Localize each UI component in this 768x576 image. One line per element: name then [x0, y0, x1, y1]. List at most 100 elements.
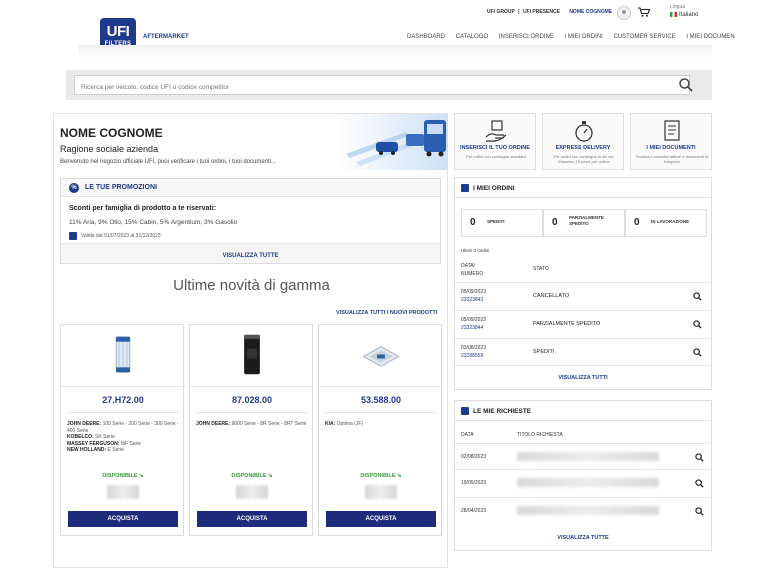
language-selector[interactable]: Italiano	[670, 12, 698, 18]
user-name: NOME COGNOME	[60, 126, 163, 140]
request-title-blurred	[517, 478, 659, 487]
buy-button[interactable]: ACQUISTA	[326, 511, 436, 527]
order-status: CANCELLATO	[533, 293, 570, 299]
card-divider	[196, 412, 308, 413]
stat-shipped[interactable]: 0 SPEDITI	[461, 209, 543, 237]
quick-action-subtitle: Scarica o consulta fatture e documenti d…	[635, 154, 709, 164]
magnifier-icon[interactable]	[693, 320, 702, 329]
requests-footer: VISUALIZZA TUTTE	[455, 526, 711, 550]
product-code[interactable]: 53.588.00	[319, 395, 443, 405]
magnifier-icon[interactable]	[695, 479, 704, 488]
top-links: UFI GROUP | UFI PRESENCE NOME COGNOME	[487, 9, 614, 15]
stat-partially-shipped[interactable]: 0 PARZIALMENTE SPEDITO	[543, 209, 625, 237]
cabin-filter-image[interactable]	[319, 325, 443, 387]
top-link-ufi-presence[interactable]: UFI PRESENCE	[523, 9, 560, 15]
request-title-blurred	[517, 506, 659, 515]
oil-filter-image[interactable]	[190, 325, 314, 387]
quick-action-title: INSERISCI IL TUO ORDINE	[460, 145, 530, 151]
stat-label: PARZIALMENTE SPEDITO	[569, 215, 604, 226]
stat-count: 0	[634, 217, 640, 228]
magnifier-icon[interactable]	[695, 453, 704, 462]
search-icon[interactable]	[678, 77, 694, 93]
product-code[interactable]: 87.028.00	[190, 395, 314, 405]
stopwatch-icon	[575, 121, 593, 142]
user-menu-name[interactable]: NOME COGNOME	[569, 9, 612, 15]
nav-i-miei-ordini[interactable]: I MIEI ORDINI	[565, 34, 603, 40]
welcome-text: Benvenuto nel negozio ufficiale UFI, puo…	[60, 159, 277, 165]
product-code[interactable]: 27.H72.00	[61, 395, 185, 405]
orders-subtitle: Ultimi 3 Ordini	[461, 248, 490, 253]
stat-in-progress[interactable]: 0 IN LAVORAZIONE	[625, 209, 707, 237]
stat-label: IN LAVORAZIONE	[651, 219, 690, 224]
order-date-number: 05/09/2023 23323843	[461, 289, 487, 303]
price-blurred	[107, 485, 139, 499]
card-divider	[67, 412, 179, 413]
product-applications: JOHN DEERE: 100 Serie - 200 Serie - 300 …	[67, 421, 179, 454]
table-row[interactable]: 02/08/2023	[455, 443, 711, 469]
view-all-requests-link[interactable]: VISUALIZZA TUTTE	[557, 535, 608, 541]
table-row[interactable]: 28/04/2023	[455, 497, 711, 523]
nav-inserisci-ordine[interactable]: INSERISCI ORDINE	[499, 34, 554, 40]
stat-count: 0	[470, 217, 476, 228]
nav-customer-service[interactable]: CUSTOMER SERVICE	[614, 34, 676, 40]
nav-dashboard[interactable]: DASHBOARD	[407, 34, 445, 40]
promotions-subtitle: Sconti per famiglia di prodotto a te ris…	[69, 205, 217, 212]
cart-icon[interactable]	[638, 7, 650, 17]
top-link-separator: |	[518, 9, 520, 15]
main-nav: DASHBOARD CATALOGO INSERISCI ORDINE I MI…	[407, 34, 744, 40]
search-input[interactable]	[75, 78, 655, 97]
promotions-validity: Valida dal 01/07/2023 al 31/12/2023	[81, 233, 161, 239]
promotions-footer: VISUALIZZA TUTTE	[61, 243, 440, 263]
nav-i-miei-documenti[interactable]: I MIEI DOCUMEN	[686, 34, 734, 40]
promotions-discounts: 11% Aria, 9% Olio, 15% Cabin, 5% Argenti…	[69, 219, 238, 226]
air-filter-image[interactable]	[61, 325, 185, 387]
language-value: Italiano	[679, 12, 699, 19]
quick-action-subtitle: Per ordini con consegna in 48 ore, Massi…	[553, 154, 615, 164]
table-row[interactable]: 03/08/2023 23288558 SPEDITI	[455, 338, 711, 366]
view-all-new-products-link[interactable]: VISUALIZZA TUTTI I NUOVI PRODOTTI	[336, 310, 437, 316]
request-date: 28/04/2023	[461, 508, 487, 514]
price-blurred	[236, 485, 268, 499]
product-applications: KIA: Optima (JF)	[325, 421, 437, 428]
dashboard-main-panel: NOME COGNOME Ragione sociale azienda Ben…	[53, 113, 448, 568]
product-applications: JOHN DEERE: 9000 Serie - 8R Serie - 8RT …	[196, 421, 308, 428]
magnifier-icon[interactable]	[695, 507, 704, 516]
order-date-number: 05/09/2023 23323844	[461, 317, 487, 331]
quick-action-insert-order[interactable]: INSERISCI IL TUO ORDINE Per ordini con c…	[454, 113, 536, 170]
orders-header: I MIEI ORDINI	[455, 178, 711, 198]
my-orders-panel: I MIEI ORDINI 0 SPEDITI 0 PARZIALMENTE S…	[454, 177, 712, 390]
availability-status: DISPONIBILE ⇘	[360, 473, 402, 479]
orders-column-status: STATO	[533, 266, 549, 272]
view-all-promotions-link[interactable]: VISUALIZZA TUTTE	[222, 253, 278, 259]
logo-text: UFI	[106, 23, 130, 40]
nav-catalogo[interactable]: CATALOGO	[456, 34, 488, 40]
orders-icon	[461, 184, 469, 192]
quick-action-title: I MIEI DOCUMENTI	[646, 145, 696, 151]
buy-button[interactable]: ACQUISTA	[68, 511, 178, 527]
application-line: JOHN DEERE: 9000 Serie - 8R Serie - 8RT …	[196, 421, 307, 427]
search-bar	[66, 70, 712, 100]
table-row[interactable]: 05/09/2023 23323844 PARZIALMENTE SPEDITO	[455, 310, 711, 338]
quick-action-express-delivery[interactable]: EXPRESS DELIVERY Per ordini con consegna…	[542, 113, 624, 170]
page: UFI FILTERS AFTERMARKET UFI GROUP | UFI …	[0, 0, 768, 576]
request-date: 02/08/2023	[461, 454, 487, 460]
italy-flag-icon	[670, 12, 677, 17]
user-avatar-icon[interactable]	[617, 6, 631, 20]
table-row[interactable]: 19/05/2023	[455, 469, 711, 495]
my-requests-panel: LE MIE RICHIESTE DATA TITOLO RICHIESTA 0…	[454, 400, 712, 551]
application-line: JOHN DEERE: 100 Serie - 200 Serie - 300 …	[67, 421, 179, 434]
orders-footer: VISUALIZZA TUTTI	[455, 365, 711, 389]
orders-title: I MIEI ORDINI	[473, 185, 515, 192]
hand-box-icon	[485, 120, 507, 142]
view-all-orders-link[interactable]: VISUALIZZA TUTTI	[558, 375, 607, 381]
price-blurred	[365, 485, 397, 499]
buy-button[interactable]: ACQUISTA	[197, 511, 307, 527]
top-link-ufi-group[interactable]: UFI GROUP	[487, 9, 515, 15]
quick-action-subtitle: Per ordini con consegna standard	[466, 154, 526, 159]
quick-action-my-documents[interactable]: I MIEI DOCUMENTI Scarica o consulta fatt…	[630, 113, 712, 170]
magnifier-icon[interactable]	[693, 292, 702, 301]
table-row[interactable]: 05/09/2023 23323843 CANCELLATO	[455, 282, 711, 310]
product-card: 53.588.00 KIA: Optima (JF) DISPONIBILE ⇘…	[318, 324, 443, 536]
magnifier-icon[interactable]	[693, 348, 702, 357]
availability-icon: ⇘	[268, 473, 273, 479]
